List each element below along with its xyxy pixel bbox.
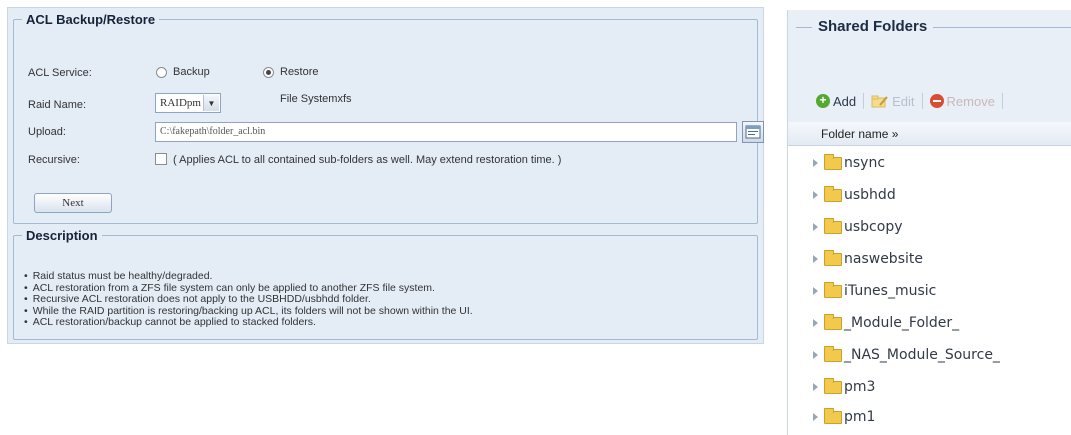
folder-name: usbcopy (844, 219, 903, 235)
folder-row-pm1[interactable]: pm1 (788, 402, 875, 432)
acl-fieldset: ACL Backup/Restore ACL Service: Backup R… (13, 12, 764, 224)
remove-label: Remove (946, 93, 995, 109)
folder-icon (824, 345, 842, 362)
upload-label: Upload: (28, 126, 66, 138)
browse-button[interactable] (742, 121, 764, 143)
folder-name: usbhdd (844, 187, 896, 203)
folder-row-pm3[interactable]: pm3 (788, 372, 875, 402)
shared-folders-toolbar: + Add Edit Remove (816, 90, 1003, 112)
expander-icon[interactable] (813, 255, 818, 263)
recursive-row: Recursive: ( Applies ACL to all containe… (28, 150, 747, 172)
raid-name-value: RAIDpm (160, 97, 201, 109)
folder-icon (824, 407, 842, 424)
recursive-checkbox[interactable] (155, 153, 167, 165)
folder-name: naswebsite (844, 251, 923, 267)
shared-folders-title: Shared Folders (812, 18, 934, 35)
add-label: Add (833, 93, 857, 109)
folder-name-column-header[interactable]: Folder name » (788, 122, 1071, 146)
backup-radio-option[interactable]: Backup (156, 66, 210, 78)
folder-icon (824, 217, 842, 234)
raid-name-select[interactable]: RAIDpm ▼ (155, 93, 221, 113)
acl-service-row: ACL Service: Backup Restore (28, 63, 747, 85)
backup-radio-icon[interactable] (156, 66, 167, 78)
description-item: Recursive ACL restoration does not apply… (24, 293, 473, 306)
toolbar-divider (863, 93, 865, 109)
folder-row-itunes-music[interactable]: iTunes_music (788, 276, 936, 306)
folder-row-nsync[interactable]: nsync (788, 148, 885, 178)
remove-folder-button[interactable]: Remove (929, 93, 995, 109)
folder-grid: Folder name » nsync usbhdd usbcopy naswe… (788, 122, 1071, 435)
description-fieldset: Description Raid status must be healthy/… (13, 228, 758, 340)
recursive-label: Recursive: (28, 154, 80, 166)
backup-radio-label: Backup (173, 66, 210, 78)
folder-icon (824, 185, 842, 202)
raid-name-label: Raid Name: (28, 99, 87, 111)
expander-icon[interactable] (813, 413, 818, 421)
dropdown-arrow-icon[interactable]: ▼ (203, 95, 219, 111)
restore-radio-icon[interactable] (263, 66, 274, 78)
folder-icon (824, 249, 842, 266)
acl-backup-restore-panel: ACL Backup/Restore ACL Service: Backup R… (7, 7, 764, 344)
expander-icon[interactable] (813, 351, 818, 359)
filesystem-text: File Systemxfs (280, 93, 352, 105)
folder-row-usbcopy[interactable]: usbcopy (788, 212, 903, 242)
restore-radio-option[interactable]: Restore (263, 66, 319, 78)
folder-icon (824, 377, 842, 394)
edit-icon (871, 95, 888, 108)
remove-icon (929, 94, 944, 108)
folder-icon (824, 281, 842, 298)
folder-name: _NAS_Module_Source_ (844, 347, 1000, 363)
description-title: Description (26, 228, 98, 243)
restore-radio-label: Restore (280, 66, 319, 78)
expander-icon[interactable] (813, 223, 818, 231)
edit-label: Edit (892, 93, 915, 109)
add-folder-button[interactable]: + Add (816, 94, 856, 109)
description-list: Raid status must be healthy/degraded. AC… (24, 270, 473, 329)
recursive-note: ( Applies ACL to all contained sub-folde… (173, 154, 562, 166)
expander-icon[interactable] (813, 159, 818, 167)
description-item: ACL restoration/backup cannot be applied… (24, 316, 473, 329)
raid-name-row: Raid Name: RAIDpm ▼ File Systemxfs (28, 93, 747, 115)
browse-file-icon (745, 125, 761, 139)
next-button[interactable]: Next (34, 193, 112, 213)
folder-row-module-folder[interactable]: _Module_Folder_ (788, 308, 959, 338)
acl-service-label: ACL Service: (28, 67, 92, 79)
upload-row: Upload: C:\fakepath\folder_acl.bin (28, 121, 764, 144)
shared-folders-panel: Shared Folders + Add Edit Remove Folder … (787, 10, 1071, 435)
upload-file-input[interactable]: C:\fakepath\folder_acl.bin (155, 122, 737, 142)
folder-name: pm3 (844, 379, 876, 395)
folder-name: iTunes_music (844, 283, 937, 299)
expander-icon[interactable] (813, 287, 818, 295)
folder-name: pm1 (844, 409, 876, 425)
add-icon: + (816, 94, 830, 108)
folder-name: nsync (844, 155, 886, 171)
description-item: Raid status must be healthy/degraded. (24, 270, 473, 283)
expander-icon[interactable] (813, 319, 818, 327)
folder-icon (824, 313, 842, 330)
acl-panel-title: ACL Backup/Restore (26, 12, 156, 27)
folder-row-nas-module-source[interactable]: _NAS_Module_Source_ (788, 340, 1000, 370)
folder-row-usbhdd[interactable]: usbhdd (788, 180, 896, 210)
folder-row-naswebsite[interactable]: naswebsite (788, 244, 923, 274)
folder-name: _Module_Folder_ (844, 315, 960, 331)
expander-icon[interactable] (813, 383, 818, 391)
expander-icon[interactable] (813, 191, 818, 199)
toolbar-divider (1001, 93, 1003, 109)
folder-icon (824, 153, 842, 170)
edit-folder-button[interactable]: Edit (871, 93, 915, 109)
toolbar-divider (921, 93, 923, 109)
